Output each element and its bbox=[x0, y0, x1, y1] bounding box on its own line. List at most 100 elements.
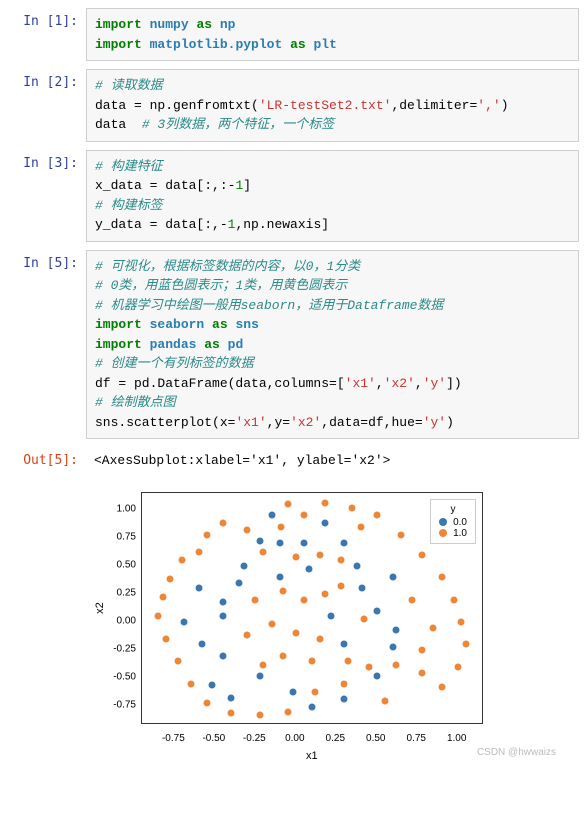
scatter-point bbox=[393, 661, 400, 668]
scatter-point bbox=[292, 630, 299, 637]
scatter-point bbox=[389, 643, 396, 650]
x-tick-label: 1.00 bbox=[447, 733, 466, 744]
out-prompt-5: Out[5]: bbox=[8, 447, 86, 474]
scatter-point bbox=[279, 652, 286, 659]
scatter-point bbox=[300, 512, 307, 519]
scatter-point bbox=[257, 672, 264, 679]
scatter-point bbox=[284, 708, 291, 715]
x-tick-label: -0.50 bbox=[202, 733, 225, 744]
scatter-point bbox=[284, 501, 291, 508]
scatter-point bbox=[203, 699, 210, 706]
scatter-point bbox=[228, 709, 235, 716]
scatter-point bbox=[305, 566, 312, 573]
y-tick-label: 0.00 bbox=[86, 616, 136, 627]
x-axis-label: x1 bbox=[306, 750, 318, 762]
scatter-point bbox=[338, 557, 345, 564]
scatter-point bbox=[195, 585, 202, 592]
scatter-point bbox=[236, 579, 243, 586]
scatter-point bbox=[155, 613, 162, 620]
scatter-point bbox=[451, 596, 458, 603]
scatter-point bbox=[268, 512, 275, 519]
scatter-point bbox=[373, 607, 380, 614]
scatter-point bbox=[359, 585, 366, 592]
code-block-3[interactable]: # 构建特征 x_data = data[:,:-1] # 构建标签 y_dat… bbox=[86, 150, 579, 242]
scatter-point bbox=[341, 540, 348, 547]
code-block-2[interactable]: # 读取数据 data = np.genfromtxt('LR-testSet2… bbox=[86, 69, 579, 142]
scatter-point bbox=[438, 684, 445, 691]
scatter-point bbox=[300, 540, 307, 547]
y-tick-label: 1.00 bbox=[86, 503, 136, 514]
code-block-1[interactable]: import numpy as np import matplotlib.pyp… bbox=[86, 8, 579, 61]
scatter-point bbox=[341, 696, 348, 703]
y-axis-label: x2 bbox=[94, 602, 106, 614]
scatter-point bbox=[160, 594, 167, 601]
code-cell-1: In [1]: import numpy as np import matplo… bbox=[8, 8, 579, 61]
scatter-point bbox=[389, 574, 396, 581]
scatter-point bbox=[419, 647, 426, 654]
in-prompt-5: In [5]: bbox=[8, 250, 86, 440]
y-tick-label: -0.75 bbox=[86, 700, 136, 711]
scatter-point bbox=[354, 562, 361, 569]
code-cell-5: In [5]: # 可视化，根据标签数据的内容，以0，1分类 # 0类，用蓝色圆… bbox=[8, 250, 579, 440]
scatter-point bbox=[278, 523, 285, 530]
y-tick-label: 0.75 bbox=[86, 531, 136, 542]
scatter-point bbox=[179, 557, 186, 564]
scatter-point bbox=[419, 669, 426, 676]
scatter-point bbox=[309, 658, 316, 665]
scatter-point bbox=[292, 553, 299, 560]
scatter-point bbox=[268, 621, 275, 628]
scatter-point bbox=[321, 500, 328, 507]
scatter-point bbox=[195, 549, 202, 556]
plot-area: y 0.0 1.0 bbox=[141, 492, 483, 724]
x-tick-label: 0.75 bbox=[407, 733, 426, 744]
x-tick-label: 0.00 bbox=[285, 733, 304, 744]
scatter-point bbox=[457, 619, 464, 626]
scatter-point bbox=[309, 704, 316, 711]
scatter-point bbox=[321, 520, 328, 527]
x-tick-label: -0.25 bbox=[243, 733, 266, 744]
legend-title: y bbox=[439, 504, 467, 515]
scatter-chart: y 0.0 1.0 x2 x1 -0.75 -0.50 -0.25 0.00 0.25 0… bbox=[86, 482, 516, 762]
scatter-point bbox=[208, 681, 215, 688]
watermark-text: CSDN @hwwaizs bbox=[477, 747, 556, 758]
scatter-point bbox=[289, 688, 296, 695]
scatter-point bbox=[349, 504, 356, 511]
scatter-point bbox=[328, 613, 335, 620]
in-prompt-2: In [2]: bbox=[8, 69, 86, 142]
scatter-point bbox=[228, 695, 235, 702]
y-tick-label: -0.25 bbox=[86, 644, 136, 655]
scatter-point bbox=[163, 635, 170, 642]
scatter-point bbox=[398, 531, 405, 538]
legend-item-1: 1.0 bbox=[439, 528, 467, 539]
code-block-5[interactable]: # 可视化，根据标签数据的内容，以0，1分类 # 0类，用蓝色圆表示；1类，用黄… bbox=[86, 250, 579, 440]
scatter-point bbox=[260, 549, 267, 556]
output-text-5: <AxesSubplot:xlabel='x1', ylabel='x2'> bbox=[86, 447, 579, 474]
scatter-point bbox=[198, 641, 205, 648]
scatter-point bbox=[321, 590, 328, 597]
scatter-point bbox=[257, 538, 264, 545]
y-tick-label: 0.50 bbox=[86, 559, 136, 570]
scatter-point bbox=[462, 641, 469, 648]
scatter-point bbox=[373, 512, 380, 519]
x-tick-label: 0.50 bbox=[366, 733, 385, 744]
scatter-point bbox=[357, 523, 364, 530]
scatter-point bbox=[430, 624, 437, 631]
scatter-point bbox=[174, 658, 181, 665]
scatter-point bbox=[219, 613, 226, 620]
scatter-point bbox=[393, 626, 400, 633]
scatter-point bbox=[219, 652, 226, 659]
x-tick-label: 0.25 bbox=[326, 733, 345, 744]
scatter-point bbox=[279, 587, 286, 594]
scatter-point bbox=[241, 562, 248, 569]
scatter-point bbox=[341, 641, 348, 648]
scatter-point bbox=[409, 596, 416, 603]
scatter-point bbox=[187, 680, 194, 687]
legend-item-0: 0.0 bbox=[439, 517, 467, 528]
code-cell-3: In [3]: # 构建特征 x_data = data[:,:-1] # 构建… bbox=[8, 150, 579, 242]
scatter-point bbox=[381, 697, 388, 704]
y-tick-label: 0.25 bbox=[86, 587, 136, 598]
scatter-point bbox=[312, 688, 319, 695]
scatter-point bbox=[244, 527, 251, 534]
scatter-point bbox=[166, 576, 173, 583]
scatter-point bbox=[338, 583, 345, 590]
